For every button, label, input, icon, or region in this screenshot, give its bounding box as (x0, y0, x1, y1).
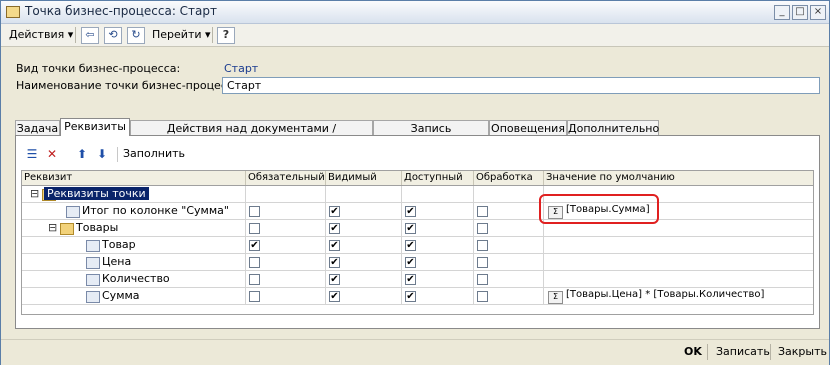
requisites-table: Реквизит Обязательный Видимый Доступный … (21, 170, 814, 315)
window-title: Точка бизнес-процесса: Старт (25, 4, 218, 18)
table-row[interactable]: Товар ✔ ✔ ✔ (22, 237, 813, 254)
toolbar-separator (75, 27, 76, 43)
type-value-link[interactable]: Старт (224, 62, 258, 75)
column-header[interactable]: Видимый (326, 171, 402, 185)
toolbar-separator (212, 27, 213, 43)
required-checkbox[interactable] (249, 274, 260, 285)
structure-icon[interactable]: ⟲ (104, 27, 122, 44)
refresh-icon[interactable]: ↻ (127, 27, 145, 44)
process-checkbox[interactable] (477, 240, 488, 251)
visible-checkbox[interactable]: ✔ (329, 240, 340, 251)
process-checkbox[interactable] (477, 206, 488, 217)
row-name: Количество (102, 272, 170, 285)
back-arrow-icon[interactable]: ⇦ (81, 27, 99, 44)
visible-checkbox[interactable]: ✔ (329, 223, 340, 234)
required-checkbox[interactable] (249, 291, 260, 302)
move-down-icon[interactable]: ⬇ (94, 146, 110, 162)
tab-document-actions[interactable]: Действия над документами / справочниками (130, 120, 373, 150)
visible-checkbox[interactable]: ✔ (329, 274, 340, 285)
tab-indicators[interactable]: Запись показателей (373, 120, 489, 150)
attribute-icon (86, 274, 100, 286)
button-separator (770, 344, 771, 360)
tab-requisites[interactable]: Реквизиты (60, 118, 130, 136)
goto-menu[interactable]: Перейти ▾ (152, 28, 211, 41)
bottom-bar: OK Записать Закрыть (1, 339, 829, 365)
folder-icon (60, 223, 74, 235)
title-bar: Точка бизнес-процесса: Старт _ □ × (1, 1, 829, 24)
process-checkbox[interactable] (477, 274, 488, 285)
required-checkbox[interactable] (249, 223, 260, 234)
table-row[interactable]: Количество ✔ ✔ (22, 271, 813, 288)
visible-checkbox[interactable]: ✔ (329, 257, 340, 268)
ok-button[interactable]: OK (684, 344, 702, 360)
close-button[interactable]: Закрыть (778, 344, 827, 360)
requisites-panel: ☰ ✕ ⬆ ⬇ Заполнить Реквизит Обязательный … (15, 135, 820, 329)
help-button[interactable]: ? (217, 27, 235, 44)
attribute-icon (86, 240, 100, 252)
row-name: Сумма (102, 289, 140, 302)
required-checkbox[interactable] (249, 257, 260, 268)
visible-checkbox[interactable]: ✔ (329, 291, 340, 302)
toolbar: Действия ▾ ⇦ ⟲ ↻ Перейти ▾ ? (1, 24, 829, 47)
access-checkbox[interactable]: ✔ (405, 257, 416, 268)
collapse-toggle-icon[interactable]: ⊟ (48, 221, 57, 234)
row-name: Итог по колонке "Сумма" (82, 204, 229, 217)
access-checkbox[interactable]: ✔ (405, 240, 416, 251)
tab-notifications[interactable]: Оповещения (489, 120, 567, 135)
collapse-toggle-icon[interactable]: ⊟ (30, 187, 39, 200)
minimize-button[interactable]: _ (774, 5, 790, 20)
access-checkbox[interactable]: ✔ (405, 206, 416, 217)
required-checkbox[interactable] (249, 206, 260, 217)
formula-icon: Σ (548, 291, 563, 304)
toolbar-separator (117, 147, 118, 162)
column-header[interactable]: Обработка (474, 171, 544, 185)
column-header[interactable]: Обязательный (246, 171, 326, 185)
tab-additional[interactable]: Дополнительно (567, 120, 659, 135)
process-checkbox[interactable] (477, 291, 488, 302)
table-row[interactable]: Цена ✔ ✔ (22, 254, 813, 271)
fill-button[interactable]: Заполнить (123, 147, 185, 160)
save-button[interactable]: Записать (716, 344, 770, 360)
row-name: Цена (102, 255, 132, 268)
add-row-icon[interactable]: ☰ (24, 146, 40, 162)
access-checkbox[interactable]: ✔ (405, 274, 416, 285)
maximize-button[interactable]: □ (792, 5, 808, 20)
column-header[interactable]: Реквизит (22, 171, 246, 185)
document-icon (6, 6, 20, 18)
name-field[interactable]: Старт (222, 77, 820, 94)
attribute-icon (86, 257, 100, 269)
delete-row-icon[interactable]: ✕ (44, 146, 60, 162)
table-row[interactable]: Итог по колонке "Сумма" ✔ ✔ Σ [Товары.Сум… (22, 203, 813, 220)
row-name: Товары (76, 221, 119, 234)
column-header[interactable]: Доступный (402, 171, 474, 185)
column-header[interactable]: Значение по умолчанию (544, 171, 813, 185)
table-row[interactable]: ⊟ Товары ✔ ✔ (22, 220, 813, 237)
table-header: Реквизит Обязательный Видимый Доступный … (22, 171, 813, 186)
close-window-button[interactable]: × (810, 5, 826, 20)
default-value[interactable]: Σ [Товары.Цена] * [Товары.Количество] (548, 289, 764, 304)
name-label: Наименование точки бизнес-процесса: (16, 79, 244, 92)
tab-task[interactable]: Задача (15, 120, 60, 135)
access-checkbox[interactable]: ✔ (405, 291, 416, 302)
access-checkbox[interactable]: ✔ (405, 223, 416, 234)
visible-checkbox[interactable]: ✔ (329, 206, 340, 217)
row-name: Реквизиты точки (44, 187, 149, 200)
button-separator (707, 344, 708, 360)
process-checkbox[interactable] (477, 257, 488, 268)
highlight-annotation (539, 194, 659, 224)
attribute-icon (86, 291, 100, 303)
window: Точка бизнес-процесса: Старт _ □ × Дейст… (0, 0, 830, 365)
actions-menu[interactable]: Действия ▾ (9, 28, 73, 41)
required-checkbox[interactable]: ✔ (249, 240, 260, 251)
attribute-icon (66, 206, 80, 218)
row-name: Товар (102, 238, 136, 251)
table-row[interactable]: ⊟ Реквизиты точки (22, 186, 813, 203)
process-checkbox[interactable] (477, 223, 488, 234)
type-label: Вид точки бизнес-процесса: (16, 62, 181, 75)
move-up-icon[interactable]: ⬆ (74, 146, 90, 162)
table-row[interactable]: Сумма ✔ ✔ Σ [Товары.Цена] * [Товары.Колич… (22, 288, 813, 305)
